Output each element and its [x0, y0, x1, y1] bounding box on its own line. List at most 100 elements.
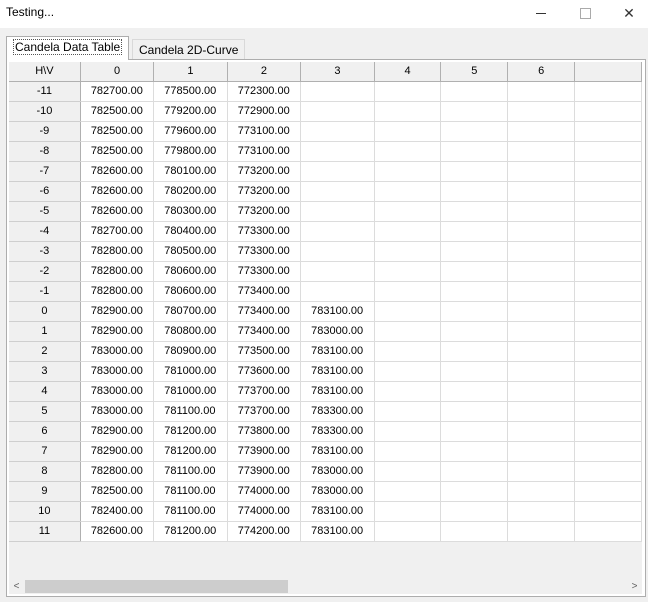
table-cell[interactable]: 779800.00: [153, 141, 228, 162]
table-cell[interactable]: [440, 221, 509, 242]
table-cell[interactable]: 783000.00: [300, 321, 375, 342]
table-cell[interactable]: [374, 381, 442, 402]
table-cell[interactable]: 782400.00: [80, 501, 155, 522]
table-cell[interactable]: 782600.00: [80, 181, 155, 202]
table-cell[interactable]: [574, 461, 642, 482]
row-header[interactable]: 1: [9, 321, 81, 342]
table-cell[interactable]: [440, 321, 509, 342]
table-cell[interactable]: [574, 201, 642, 222]
table-cell[interactable]: [440, 341, 509, 362]
row-header[interactable]: 0: [9, 301, 81, 322]
table-cell[interactable]: [507, 501, 576, 522]
table-cell[interactable]: 782500.00: [80, 141, 155, 162]
table-cell[interactable]: [507, 141, 576, 162]
table-cell[interactable]: [300, 161, 375, 182]
column-header[interactable]: 6: [507, 62, 576, 82]
column-header[interactable]: 5: [440, 62, 509, 82]
table-cell[interactable]: 783000.00: [300, 461, 375, 482]
table-cell[interactable]: 773500.00: [227, 341, 302, 362]
table-cell[interactable]: [440, 201, 509, 222]
table-cell[interactable]: [374, 421, 442, 442]
table-cell[interactable]: [574, 501, 642, 522]
table-cell[interactable]: 782600.00: [80, 521, 155, 542]
table-cell[interactable]: [574, 361, 642, 382]
table-cell[interactable]: [300, 221, 375, 242]
table-cell[interactable]: 773200.00: [227, 201, 302, 222]
table-cell[interactable]: [374, 241, 442, 262]
table-cell[interactable]: [574, 441, 642, 462]
table-cell[interactable]: [300, 121, 375, 142]
table-cell[interactable]: [574, 121, 642, 142]
table-cell[interactable]: [507, 121, 576, 142]
table-cell[interactable]: [574, 141, 642, 162]
table-cell[interactable]: [507, 321, 576, 342]
table-cell[interactable]: 782900.00: [80, 321, 155, 342]
table-cell[interactable]: [507, 441, 576, 462]
table-cell[interactable]: 783100.00: [300, 341, 375, 362]
table-cell[interactable]: [374, 301, 442, 322]
row-header[interactable]: -7: [9, 161, 81, 182]
table-cell[interactable]: [574, 341, 642, 362]
table-cell[interactable]: [300, 81, 375, 102]
scroll-thumb[interactable]: [25, 580, 288, 593]
table-cell[interactable]: 783100.00: [300, 501, 375, 522]
table-cell[interactable]: [374, 141, 442, 162]
table-cell[interactable]: [300, 241, 375, 262]
table-cell[interactable]: 783000.00: [80, 381, 155, 402]
table-cell[interactable]: [507, 261, 576, 282]
table-cell[interactable]: [440, 421, 509, 442]
table-cell[interactable]: 772300.00: [227, 81, 302, 102]
table-cell[interactable]: [440, 521, 509, 542]
table-cell[interactable]: 778500.00: [153, 81, 228, 102]
row-header[interactable]: -1: [9, 281, 81, 302]
table-cell[interactable]: 780900.00: [153, 341, 228, 362]
row-header[interactable]: -2: [9, 261, 81, 282]
table-cell[interactable]: 783100.00: [300, 301, 375, 322]
table-cell[interactable]: [440, 381, 509, 402]
table-cell[interactable]: [574, 301, 642, 322]
row-header[interactable]: -11: [9, 81, 81, 102]
table-cell[interactable]: [440, 501, 509, 522]
tab-candela-data-table[interactable]: Candela Data Table: [6, 36, 130, 60]
table-cell[interactable]: [440, 281, 509, 302]
table-cell[interactable]: 774200.00: [227, 521, 302, 542]
table-cell[interactable]: [374, 321, 442, 342]
row-header[interactable]: 5: [9, 401, 81, 422]
table-cell[interactable]: [374, 401, 442, 422]
table-cell[interactable]: 780600.00: [153, 261, 228, 282]
table-cell[interactable]: 783000.00: [80, 401, 155, 422]
row-header[interactable]: 8: [9, 461, 81, 482]
table-cell[interactable]: [374, 101, 442, 122]
table-cell[interactable]: [374, 481, 442, 502]
scroll-left-button[interactable]: <: [9, 579, 24, 594]
table-cell[interactable]: [574, 401, 642, 422]
table-cell[interactable]: [574, 421, 642, 442]
row-header[interactable]: 2: [9, 341, 81, 362]
table-cell[interactable]: 782800.00: [80, 241, 155, 262]
table-cell[interactable]: 773200.00: [227, 181, 302, 202]
table-cell[interactable]: 774000.00: [227, 501, 302, 522]
row-header[interactable]: 3: [9, 361, 81, 382]
table-cell[interactable]: 782500.00: [80, 101, 155, 122]
table-cell[interactable]: [574, 181, 642, 202]
table-cell[interactable]: [374, 261, 442, 282]
table-cell[interactable]: 783300.00: [300, 421, 375, 442]
table-cell[interactable]: [374, 121, 442, 142]
table-cell[interactable]: 782900.00: [80, 441, 155, 462]
table-cell[interactable]: [507, 301, 576, 322]
table-cell[interactable]: 774000.00: [227, 481, 302, 502]
table-cell[interactable]: [440, 261, 509, 282]
row-header[interactable]: -8: [9, 141, 81, 162]
table-cell[interactable]: 782900.00: [80, 421, 155, 442]
table-cell[interactable]: [440, 181, 509, 202]
table-cell[interactable]: [507, 221, 576, 242]
table-cell[interactable]: 782700.00: [80, 81, 155, 102]
table-cell[interactable]: [300, 181, 375, 202]
table-cell[interactable]: [440, 141, 509, 162]
table-cell[interactable]: [574, 321, 642, 342]
table-cell[interactable]: 783000.00: [300, 481, 375, 502]
table-cell[interactable]: 779200.00: [153, 101, 228, 122]
table-cell[interactable]: 780700.00: [153, 301, 228, 322]
table-cell[interactable]: [507, 461, 576, 482]
column-header[interactable]: 4: [374, 62, 442, 82]
